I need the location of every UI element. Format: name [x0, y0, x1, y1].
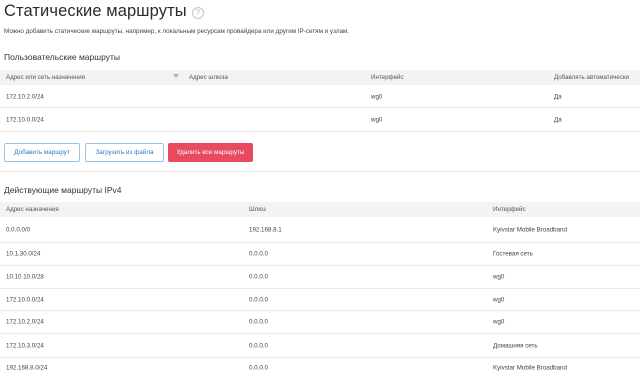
route-interface: wg0	[371, 93, 383, 100]
route-gateway: 0.0.0.0	[249, 296, 268, 303]
user-routes-table-header: Адрес или сеть назначения Адрес шлюза Ин…	[0, 70, 640, 85]
route-gateway: 0.0.0.0	[249, 318, 268, 326]
user-routes-title: Пользовательские маршруты	[4, 52, 120, 62]
route-interface: Kyivstar Mobile Broadband	[493, 364, 567, 371]
route-destination: 172.10.3.0/24	[6, 342, 44, 349]
route-interface: Гостевая сеть	[493, 250, 533, 258]
column-header-interface: Интерфейс	[493, 206, 526, 213]
table-row: 172.10.2.0/24 0.0.0.0 wg0	[0, 311, 640, 334]
table-row: 172.10.0.0/24 0.0.0.0 wg0	[0, 289, 640, 311]
route-destination: 172.10.2.0/24	[6, 93, 44, 100]
route-interface: Kyivstar Mobile Broadband	[493, 226, 567, 233]
column-header-destination[interactable]: Адрес или сеть назначения	[6, 74, 85, 81]
column-header-destination: Адрес назначения	[6, 206, 59, 213]
route-gateway: 0.0.0.0	[249, 273, 268, 281]
help-icon[interactable]: ?	[191, 6, 204, 19]
page-title: Статические маршруты	[4, 2, 187, 20]
page-header: Статические маршруты ?	[4, 2, 204, 21]
route-interface: Домашняя сеть	[493, 342, 538, 349]
table-row: 192.168.8.0/24 0.0.0.0 Kyivstar Mobile B…	[0, 358, 640, 377]
column-header-auto-add: Добавлять автоматически	[554, 74, 629, 81]
route-auto-add: Да	[554, 93, 562, 100]
column-header-interface: Интерфейс	[371, 74, 404, 81]
add-route-button[interactable]: Добавить маршрут	[4, 143, 80, 162]
route-destination: 0.0.0.0/0	[6, 226, 31, 233]
route-interface: wg0	[493, 296, 505, 303]
route-destination: 10.10.10.0/28	[6, 273, 44, 281]
route-destination: 172.10.0.0/24	[6, 116, 44, 123]
active-routes-table-header: Адрес назначения Шлюз Интерфейс	[0, 202, 640, 217]
sort-arrow-icon[interactable]	[173, 74, 179, 78]
route-gateway: 0.0.0.0	[249, 364, 268, 371]
route-gateway: 192.168.8.1	[249, 226, 282, 233]
active-routes-title: Действующие маршруты IPv4	[4, 185, 122, 195]
table-row[interactable]: 172.10.2.0/24 wg0 Да	[0, 86, 640, 108]
route-interface: wg0	[371, 116, 383, 123]
column-header-gateway: Адрес шлюза	[189, 74, 228, 81]
route-destination: 10.1.30.0/24	[6, 250, 41, 258]
route-destination: 192.168.8.0/24	[6, 364, 48, 371]
table-row: 0.0.0.0/0 192.168.8.1 Kyivstar Mobile Br…	[0, 217, 640, 243]
route-destination: 172.10.2.0/24	[6, 318, 44, 326]
load-from-file-button[interactable]: Загрузить из файла	[85, 143, 164, 162]
section-divider	[0, 171, 640, 172]
route-gateway: 0.0.0.0	[249, 342, 268, 349]
table-row: 10.1.30.0/24 0.0.0.0 Гостевая сеть	[0, 243, 640, 266]
column-header-gateway: Шлюз	[249, 206, 266, 213]
route-gateway: 0.0.0.0	[249, 250, 268, 258]
route-auto-add: Да	[554, 116, 562, 123]
delete-all-routes-button[interactable]: Удалить все маршруты	[168, 143, 253, 162]
route-interface: wg0	[493, 273, 505, 281]
route-interface: wg0	[493, 318, 505, 326]
table-row: 172.10.3.0/24 0.0.0.0 Домашняя сеть	[0, 334, 640, 358]
route-destination: 172.10.0.0/24	[6, 296, 44, 303]
table-row: 10.10.10.0/28 0.0.0.0 wg0	[0, 266, 640, 289]
page-description: Можно добавить статические маршруты, нап…	[4, 28, 350, 35]
table-row[interactable]: 172.10.0.0/24 wg0 Да	[0, 108, 640, 132]
